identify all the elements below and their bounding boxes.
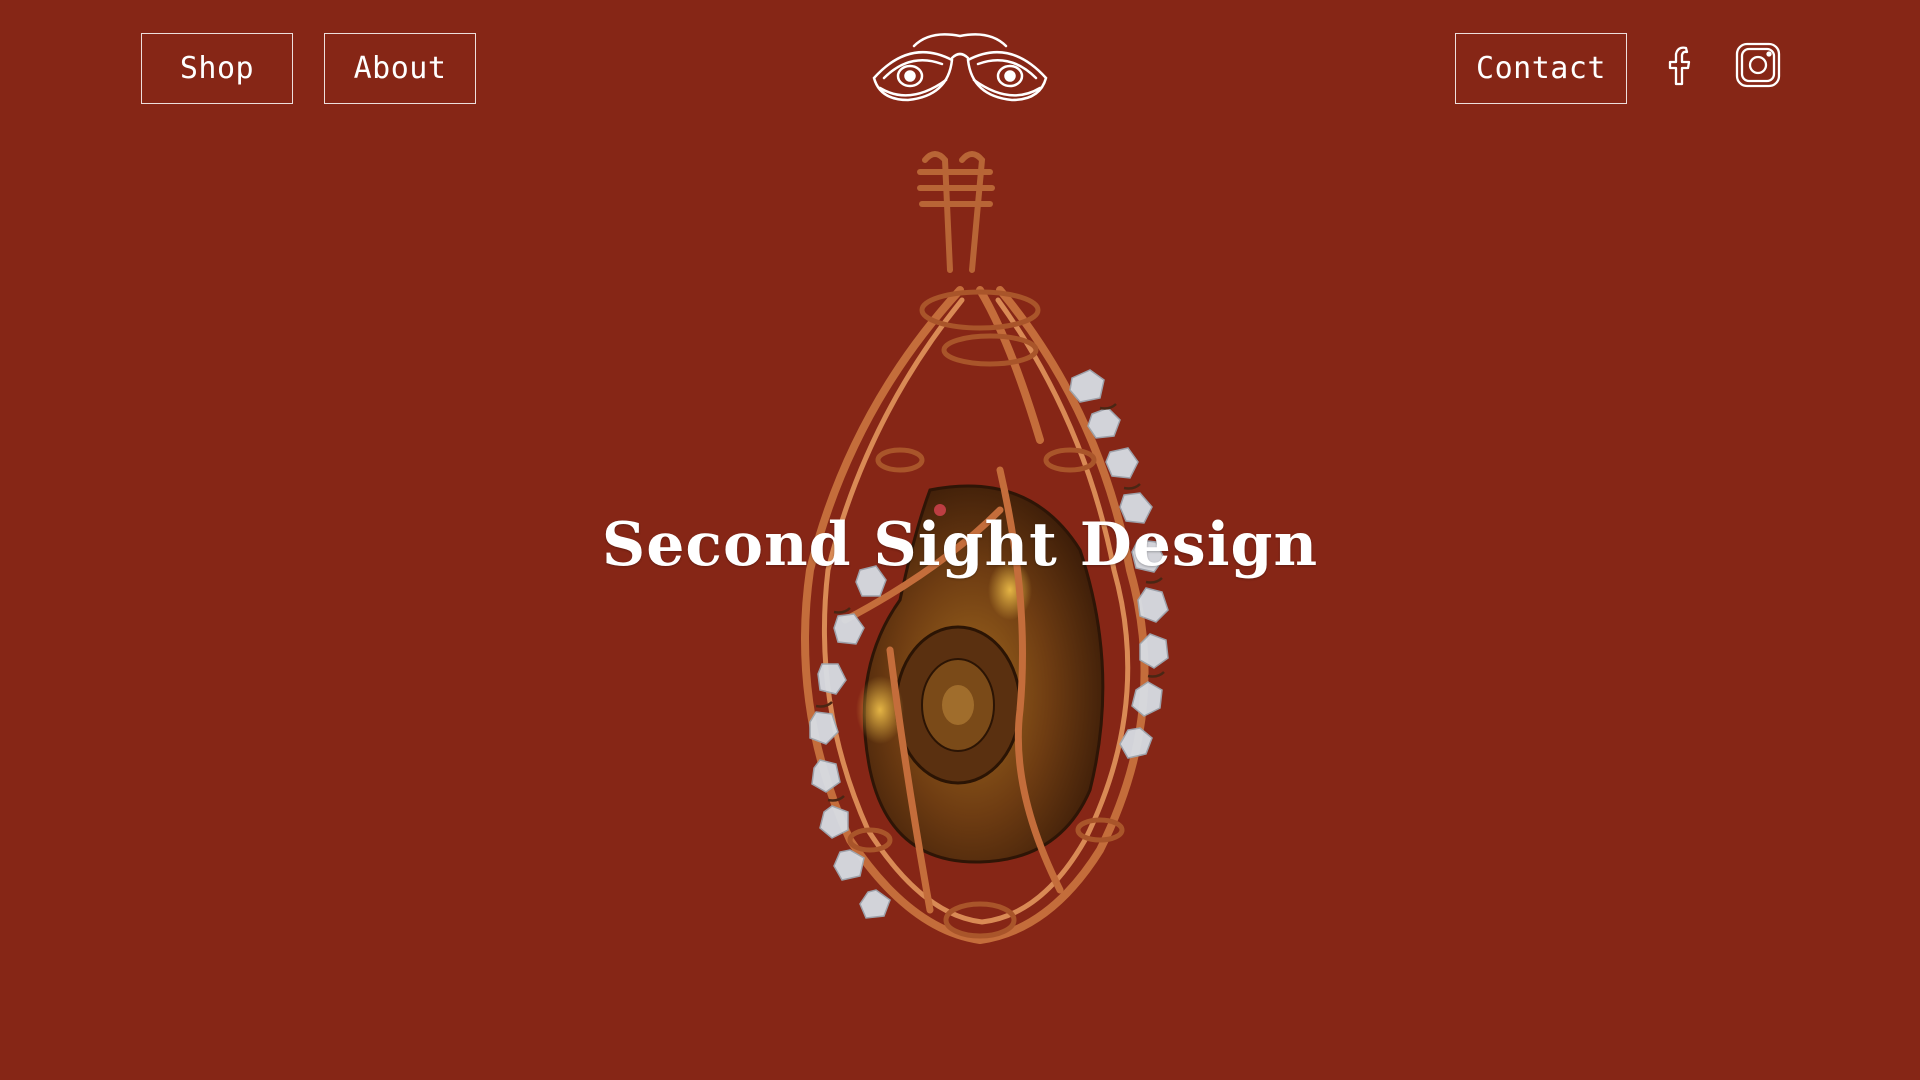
page: Shop About Contact Second Sight Design [0,0,1920,1080]
shop-button[interactable]: Shop [141,33,293,104]
logo-icon[interactable] [870,30,1050,102]
facebook-icon[interactable] [1656,40,1706,90]
instagram-icon[interactable] [1733,40,1783,90]
contact-button[interactable]: Contact [1455,33,1627,104]
hero-title: Second Sight Design [601,510,1319,580]
about-button[interactable]: About [324,33,476,104]
